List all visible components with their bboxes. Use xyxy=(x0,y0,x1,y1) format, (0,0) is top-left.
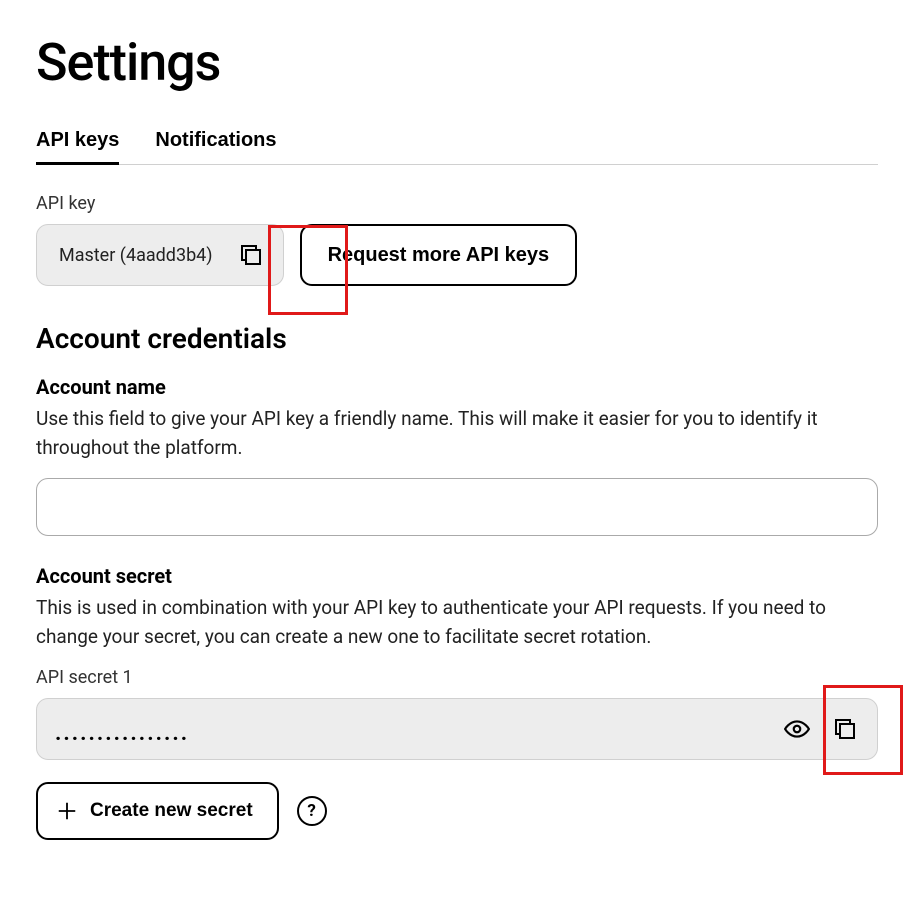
api-key-row: Master (4aadd3b4) Request more API keys xyxy=(36,224,878,286)
tab-api-keys[interactable]: API keys xyxy=(36,129,119,164)
account-secret-block: Account secret This is used in combinati… xyxy=(36,564,878,840)
account-name-label: Account name xyxy=(36,375,878,399)
tabs: API keys Notifications xyxy=(36,129,878,165)
copy-icon xyxy=(833,717,857,741)
api-key-label: API key xyxy=(36,193,878,214)
secret-actions: Create new secret ? xyxy=(36,782,878,840)
create-new-secret-label: Create new secret xyxy=(90,800,253,822)
account-credentials-heading: Account credentials xyxy=(36,322,878,355)
create-new-secret-button[interactable]: Create new secret xyxy=(36,782,279,840)
help-button[interactable]: ? xyxy=(297,796,327,826)
reveal-secret-button[interactable] xyxy=(773,705,821,753)
account-name-input[interactable] xyxy=(36,478,878,536)
api-key-selector[interactable]: Master (4aadd3b4) xyxy=(36,224,284,286)
api-secret-1-row: ................ xyxy=(36,698,878,760)
copy-api-key-button[interactable] xyxy=(227,231,275,279)
page-title: Settings xyxy=(36,32,878,93)
copy-icon xyxy=(239,243,263,267)
account-secret-label: Account secret xyxy=(36,564,878,588)
api-key-selected: Master (4aadd3b4) xyxy=(59,245,227,266)
api-secret-1-value: ................ xyxy=(55,713,773,746)
api-secret-1-label: API secret 1 xyxy=(36,667,878,688)
account-name-description: Use this field to give your API key a fr… xyxy=(36,405,878,462)
request-more-api-keys-button[interactable]: Request more API keys xyxy=(300,224,578,286)
account-name-block: Account name Use this field to give your… xyxy=(36,375,878,536)
account-secret-description: This is used in combination with your AP… xyxy=(36,594,878,651)
eye-icon xyxy=(784,716,810,742)
tab-notifications[interactable]: Notifications xyxy=(155,129,276,164)
plus-icon xyxy=(56,800,78,822)
question-mark-icon: ? xyxy=(307,801,315,821)
copy-secret-button[interactable] xyxy=(821,705,869,753)
